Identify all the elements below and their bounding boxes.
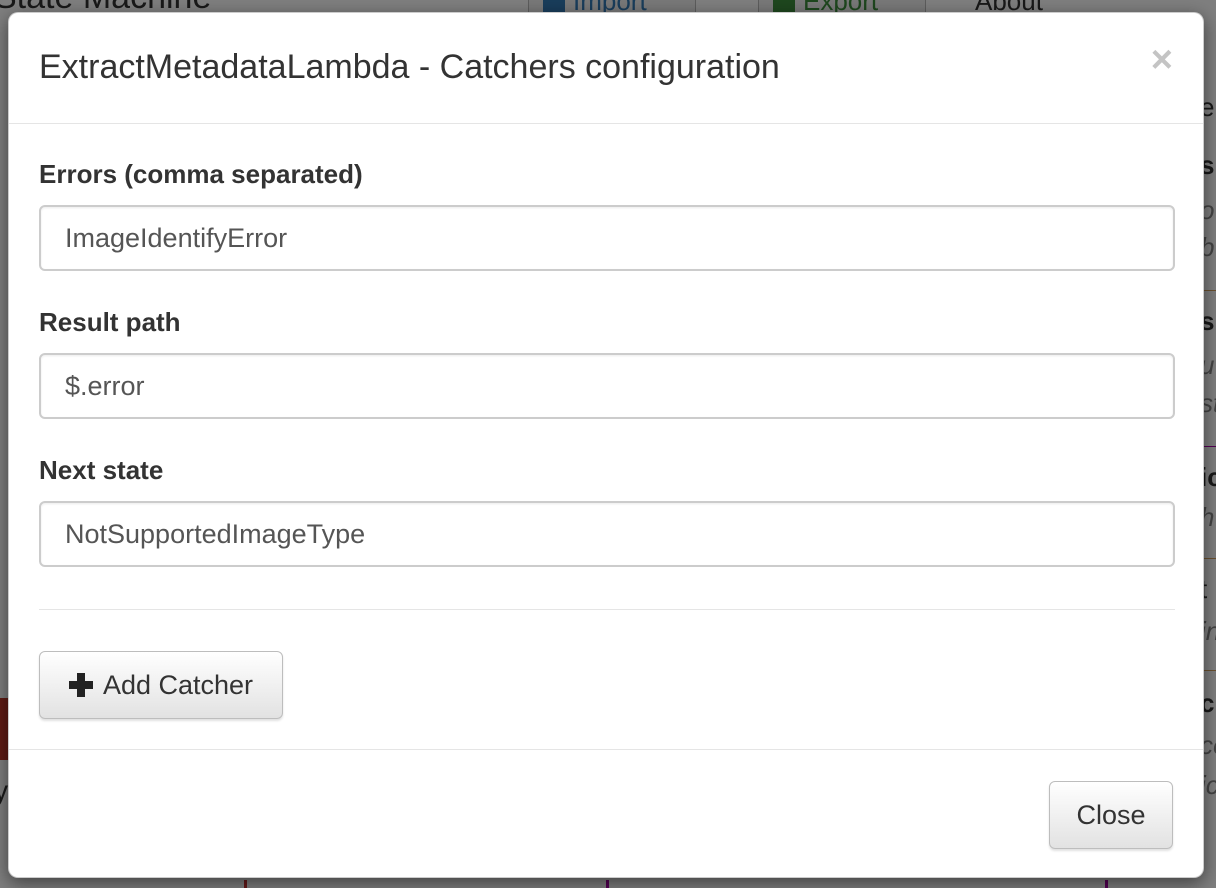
modal-footer-divider [9,749,1203,750]
add-catcher-label: Add Catcher [102,669,254,700]
section-divider [39,609,1175,610]
errors-input[interactable] [39,205,1175,271]
catchers-config-modal: ExtractMetadataLambda - Catchers configu… [8,12,1204,878]
add-catcher-button[interactable]: Add Catcher [39,651,283,719]
errors-label: Errors (comma separated) [39,159,363,189]
next-state-input[interactable] [39,501,1175,567]
close-icon[interactable]: × [1151,41,1173,79]
modal-title: ExtractMetadataLambda - Catchers configu… [39,48,780,86]
plus-icon [68,673,93,697]
result-path-input[interactable] [39,353,1175,419]
next-state-label: Next state [39,455,164,485]
result-path-label: Result path [39,307,181,337]
modal-header: ExtractMetadataLambda - Catchers configu… [9,13,1203,124]
close-button[interactable]: Close [1049,781,1173,849]
